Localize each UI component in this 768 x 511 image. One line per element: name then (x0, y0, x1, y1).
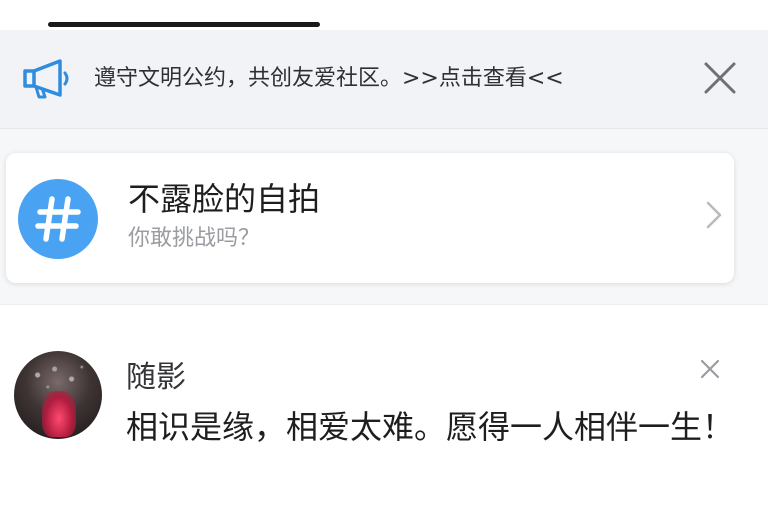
topic-title: 不露脸的自拍 (128, 180, 321, 218)
close-icon[interactable] (698, 357, 722, 381)
hash-icon (18, 179, 98, 259)
chevron-right-icon (706, 201, 722, 229)
megaphone-icon (23, 59, 69, 99)
community-notice-bar[interactable]: 遵守文明公约，共创友爱社区。>>点击查看<< (0, 30, 768, 129)
top-tab-strip (0, 0, 768, 30)
post-username[interactable]: 随影 (126, 359, 186, 397)
post-text: 相识是缘，相爱太难。愿得一人相伴一生！ (126, 408, 735, 446)
feed-post: 随影 相识是缘，相爱太难。愿得一人相伴一生！ (0, 304, 768, 511)
topic-subtitle: 你敢挑战吗？ (128, 226, 261, 251)
topic-card[interactable]: 不露脸的自拍 你敢挑战吗？ (6, 153, 734, 283)
close-icon[interactable] (700, 58, 740, 98)
active-tab-indicator (48, 22, 320, 27)
notice-text-link[interactable]: 遵守文明公约，共创友爱社区。>>点击查看<< (94, 63, 564, 95)
avatar-glow (42, 391, 76, 437)
avatar[interactable] (14, 351, 102, 439)
